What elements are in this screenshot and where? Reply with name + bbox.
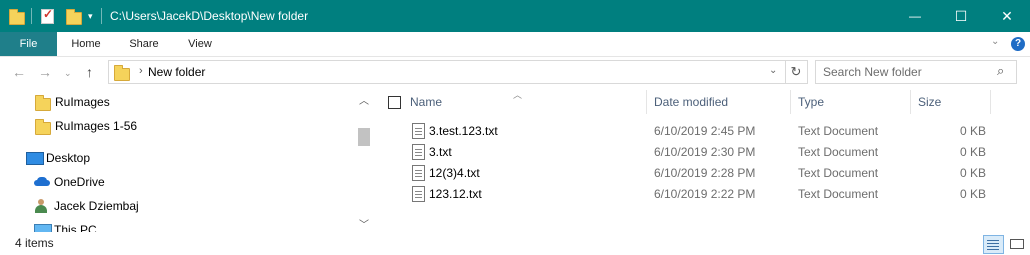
file-name: 3.test.123.txt	[429, 124, 498, 138]
folder-icon[interactable]	[9, 9, 25, 25]
file-type: Text Document	[798, 166, 879, 180]
column-divider[interactable]	[990, 90, 991, 114]
properties-icon[interactable]	[41, 7, 54, 24]
search-placeholder: Search New folder	[823, 65, 922, 79]
back-arrow-icon[interactable]: ←	[12, 64, 26, 80]
tab-share[interactable]: Share	[120, 32, 168, 56]
sidebar-item-label: OneDrive	[54, 175, 105, 189]
search-icon[interactable]: ⌕	[997, 63, 1004, 79]
file-size: 0 KB	[959, 145, 986, 159]
expand-ribbon-icon[interactable]: ⌄	[991, 36, 999, 47]
file-name: 12(3)4.txt	[429, 166, 480, 180]
select-all-checkbox[interactable]	[388, 96, 401, 109]
table-row[interactable]: 123.12.txt 6/10/2019 2:22 PM Text Docume…	[380, 184, 1000, 205]
this-pc-icon	[34, 224, 52, 232]
scroll-down-icon[interactable]: ﹀	[359, 216, 369, 231]
table-row[interactable]: 3.txt 6/10/2019 2:30 PM Text Document 0 …	[380, 142, 1000, 163]
tab-file[interactable]: File	[0, 32, 57, 56]
column-date-modified[interactable]: Date modified	[654, 95, 728, 109]
navigation-scrollbar[interactable]: ︿ ﹀	[356, 92, 372, 232]
folder-icon	[35, 119, 51, 135]
refresh-icon[interactable]: ↻	[785, 61, 806, 83]
file-size: 0 KB	[959, 187, 986, 201]
sidebar-item-label: Jacek Dziembaj	[54, 199, 139, 213]
address-bar[interactable]: › New folder ⌄ ↻	[108, 60, 808, 84]
file-name: 123.12.txt	[429, 187, 482, 201]
column-divider[interactable]	[790, 90, 791, 114]
large-icons-view-icon[interactable]	[1008, 236, 1025, 251]
user-icon	[34, 199, 48, 213]
text-file-icon	[412, 144, 425, 160]
text-file-icon	[412, 186, 425, 202]
chevron-down-icon[interactable]: ⌄	[769, 65, 777, 76]
file-date: 6/10/2019 2:28 PM	[654, 166, 756, 180]
sidebar-item-label: This PC	[54, 223, 97, 232]
sidebar-item-label: RuImages 1-56	[55, 119, 138, 133]
new-folder-icon[interactable]	[66, 9, 82, 25]
chevron-right-icon[interactable]: ›	[139, 65, 143, 77]
search-input[interactable]: Search New folder ⌕	[815, 60, 1017, 84]
sidebar-item-label: RuImages	[55, 95, 110, 109]
scroll-up-icon[interactable]: ︿	[359, 92, 369, 107]
file-name: 3.txt	[429, 145, 452, 159]
navigation-pane: RuImages RuImages 1-56 Desktop OneDrive …	[0, 88, 375, 232]
customize-toolbar-icon[interactable]: ▾	[88, 11, 93, 22]
column-divider[interactable]	[646, 90, 647, 114]
item-count: 4 items	[15, 236, 54, 250]
column-size[interactable]: Size	[918, 95, 941, 109]
recent-locations-icon[interactable]: ⌄	[64, 68, 72, 79]
table-row[interactable]: 3.test.123.txt 6/10/2019 2:45 PM Text Do…	[380, 121, 1000, 142]
file-type: Text Document	[798, 145, 879, 159]
column-type[interactable]: Type	[798, 95, 824, 109]
desktop-icon	[26, 152, 44, 165]
column-divider[interactable]	[910, 90, 911, 114]
file-type: Text Document	[798, 187, 879, 201]
scrollbar-thumb[interactable]	[358, 128, 370, 146]
sidebar-item-label: Desktop	[46, 151, 91, 165]
file-date: 6/10/2019 2:22 PM	[654, 187, 756, 201]
details-view-icon[interactable]	[983, 235, 1004, 254]
forward-arrow-icon[interactable]: →	[38, 64, 52, 80]
window-title: C:\Users\JacekD\Desktop\New folder	[110, 9, 309, 23]
onedrive-icon	[34, 176, 50, 186]
close-button[interactable]: ✕	[984, 0, 1030, 32]
up-arrow-icon[interactable]: ↑	[86, 64, 93, 80]
file-list: ︿ Name Date modified Type Size 3.test.12…	[380, 88, 1030, 232]
divider	[101, 8, 102, 24]
breadcrumb[interactable]: New folder	[148, 65, 205, 79]
status-bar: 4 items	[0, 233, 1030, 255]
table-row[interactable]: 12(3)4.txt 6/10/2019 2:28 PM Text Docume…	[380, 163, 1000, 184]
file-size: 0 KB	[959, 166, 986, 180]
text-file-icon	[412, 165, 425, 181]
file-size: 0 KB	[959, 124, 986, 138]
file-type: Text Document	[798, 124, 879, 138]
help-icon[interactable]: ?	[1011, 37, 1025, 51]
file-date: 6/10/2019 2:45 PM	[654, 124, 756, 138]
folder-icon	[114, 65, 130, 81]
tab-home[interactable]: Home	[62, 32, 110, 56]
folder-icon	[35, 95, 51, 111]
tab-view[interactable]: View	[176, 32, 224, 56]
ribbon-tabs: File Home Share View ⌄ ?	[0, 32, 1030, 57]
minimize-button[interactable]: —	[892, 0, 938, 32]
title-bar: ▾ C:\Users\JacekD\Desktop\New folder — ☐…	[0, 0, 1030, 32]
maximize-button[interactable]: ☐	[938, 0, 984, 32]
file-date: 6/10/2019 2:30 PM	[654, 145, 756, 159]
text-file-icon	[412, 123, 425, 139]
address-row: ← → ⌄ ↑ › New folder ⌄ ↻ Search New fold…	[0, 57, 1030, 87]
divider	[31, 8, 32, 24]
column-name[interactable]: Name	[410, 95, 442, 109]
sort-ascending-icon: ︿	[513, 90, 523, 100]
